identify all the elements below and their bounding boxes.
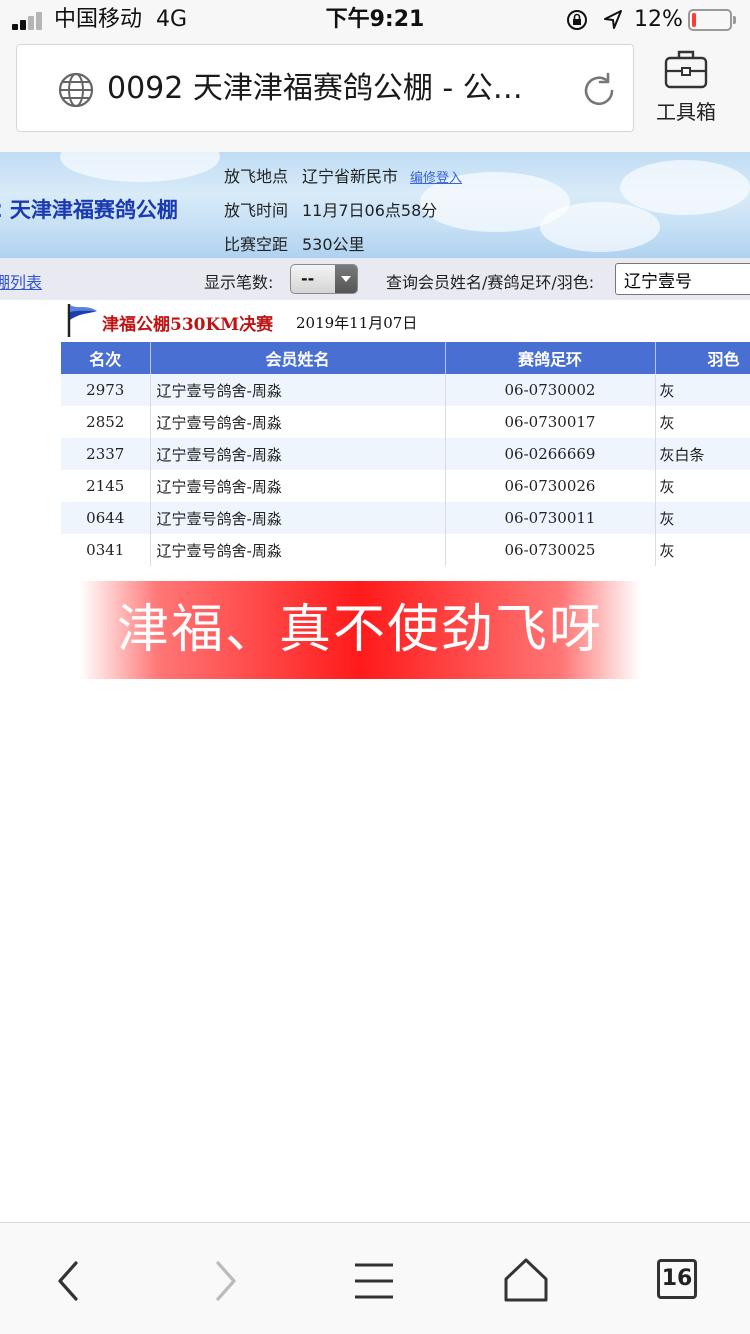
cell-member: 辽宁壹号鸽舍-周淼 [150, 406, 446, 438]
browser-toolbar: 0092 天津津福赛鸽公棚 - 公… 工具箱 [0, 40, 750, 152]
cell-rank: 2973 [61, 374, 151, 406]
battery-percent: 12% [634, 7, 683, 32]
cell-rank: 2337 [61, 438, 151, 470]
cell-rank: 0341 [61, 534, 151, 566]
header-member: 会员姓名 [150, 342, 446, 374]
toolbox-button[interactable]: 工具箱 [648, 46, 724, 136]
distance-value: 530公里 [302, 235, 365, 254]
battery-icon [688, 9, 736, 31]
address-bar[interactable]: 0092 天津津福赛鸽公棚 - 公… [16, 44, 634, 132]
flag-icon [67, 304, 97, 337]
filter-bar: 棚列表 显示笔数: -- 查询会员姓名/赛鸽足环/羽色: [0, 258, 750, 300]
race-title: 津福公棚530KM决赛 [102, 315, 274, 335]
table-row: 2145 辽宁壹号鸽舍-周淼 06-0730026 灰 [61, 470, 750, 502]
table-row: 2852 辽宁壹号鸽舍-周淼 06-0730017 灰 [61, 406, 750, 438]
cell-color: 灰白条 [655, 438, 750, 470]
table-row: 2973 辽宁壹号鸽舍-周淼 06-0730002 灰 [61, 374, 750, 406]
cell-color: 灰 [655, 374, 750, 406]
distance-label: 比赛空距 [224, 235, 289, 254]
cell-color: 灰 [655, 534, 750, 566]
edit-login-link[interactable]: 编修登入 [410, 171, 462, 186]
tabs-count-button[interactable]: 16 [657, 1259, 697, 1299]
display-count-label: 显示笔数: [204, 273, 274, 292]
cell-ring: 06-0730002 [445, 374, 656, 406]
cell-color: 灰 [655, 406, 750, 438]
forward-icon[interactable] [196, 1253, 252, 1309]
cell-ring: 06-0730011 [445, 502, 656, 534]
cell-ring: 06-0730026 [445, 470, 656, 502]
race-date: 2019年11月07日 [296, 314, 418, 332]
header-ring: 赛鸽足环 [445, 342, 656, 374]
chevron-down-icon [335, 265, 357, 293]
cell-rank: 2145 [61, 470, 151, 502]
status-bar: 中国移动 4G 下午9:21 12% [0, 0, 750, 40]
cell-color: 灰 [655, 502, 750, 534]
cell-member: 辽宁壹号鸽舍-周淼 [150, 534, 446, 566]
location-arrow-icon [604, 10, 622, 29]
cell-ring: 06-0730025 [445, 534, 656, 566]
table-row: 2337 辽宁壹号鸽舍-周淼 06-0266669 灰白条 [61, 438, 750, 470]
toolbox-label: 工具箱 [656, 100, 716, 124]
header-color: 羽色 [655, 342, 750, 374]
cell-member: 辽宁壹号鸽舍-周淼 [150, 374, 446, 406]
menu-icon[interactable] [346, 1253, 402, 1309]
cell-rank: 2852 [61, 406, 151, 438]
race-banner: 2 天津津福赛鸽公棚 放飞地点 辽宁省新民市 编修登入 放飞时间 11月7日06点58… [0, 152, 750, 258]
back-icon[interactable] [42, 1253, 98, 1309]
toolbox-icon [664, 50, 708, 89]
cell-member: 辽宁壹号鸽舍-周淼 [150, 470, 446, 502]
loft-list-link[interactable]: 棚列表 [0, 269, 42, 293]
display-count-select[interactable]: -- [290, 264, 358, 294]
table-row: 0644 辽宁壹号鸽舍-周淼 06-0730011 灰 [61, 502, 750, 534]
table-header-row: 名次 会员姓名 赛鸽足环 羽色 [61, 342, 750, 374]
results-table: 名次 会员姓名 赛鸽足环 羽色 2973 辽宁壹号鸽舍-周淼 06-073000… [61, 342, 750, 566]
home-icon[interactable] [498, 1253, 554, 1309]
cell-rank: 0644 [61, 502, 151, 534]
search-label: 查询会员姓名/赛鸽足环/羽色: [386, 273, 595, 292]
table-row: 0341 辽宁壹号鸽舍-周淼 06-0730025 灰 [61, 534, 750, 566]
search-input[interactable] [615, 263, 750, 295]
release-place-label: 放飞地点 [224, 167, 289, 186]
battery-level-fill [692, 13, 696, 27]
release-time-value: 11月7日06点58分 [302, 201, 438, 220]
browser-bottom-nav: 16 [0, 1222, 750, 1334]
cell-member: 辽宁壹号鸽舍-周淼 [150, 502, 446, 534]
page-title-url: 0092 天津津福赛鸽公棚 - 公… [107, 71, 523, 106]
cell-member: 辽宁壹号鸽舍-周淼 [150, 438, 446, 470]
signal-strength-icon [12, 12, 48, 30]
carrier-label: 中国移动 4G [54, 7, 188, 32]
reload-icon[interactable] [579, 71, 619, 111]
loft-name: 2 天津津福赛鸽公棚 [0, 198, 178, 222]
cell-color: 灰 [655, 470, 750, 502]
cell-ring: 06-0730017 [445, 406, 656, 438]
network-type: 4G [156, 7, 188, 32]
race-info: 放飞地点 辽宁省新民市 编修登入 放飞时间 11月7日06点58分 比赛空距 530公里 [224, 160, 462, 258]
release-place-value: 辽宁省新民市 [302, 167, 399, 186]
globe-icon [58, 72, 94, 108]
release-time-label: 放飞时间 [224, 201, 289, 220]
rotation-lock-icon [567, 10, 587, 30]
overlay-caption: 津福、真不使劲飞呀 [80, 581, 640, 679]
header-rank: 名次 [61, 342, 151, 374]
cell-ring: 06-0266669 [445, 438, 656, 470]
display-count-value: -- [301, 269, 315, 288]
